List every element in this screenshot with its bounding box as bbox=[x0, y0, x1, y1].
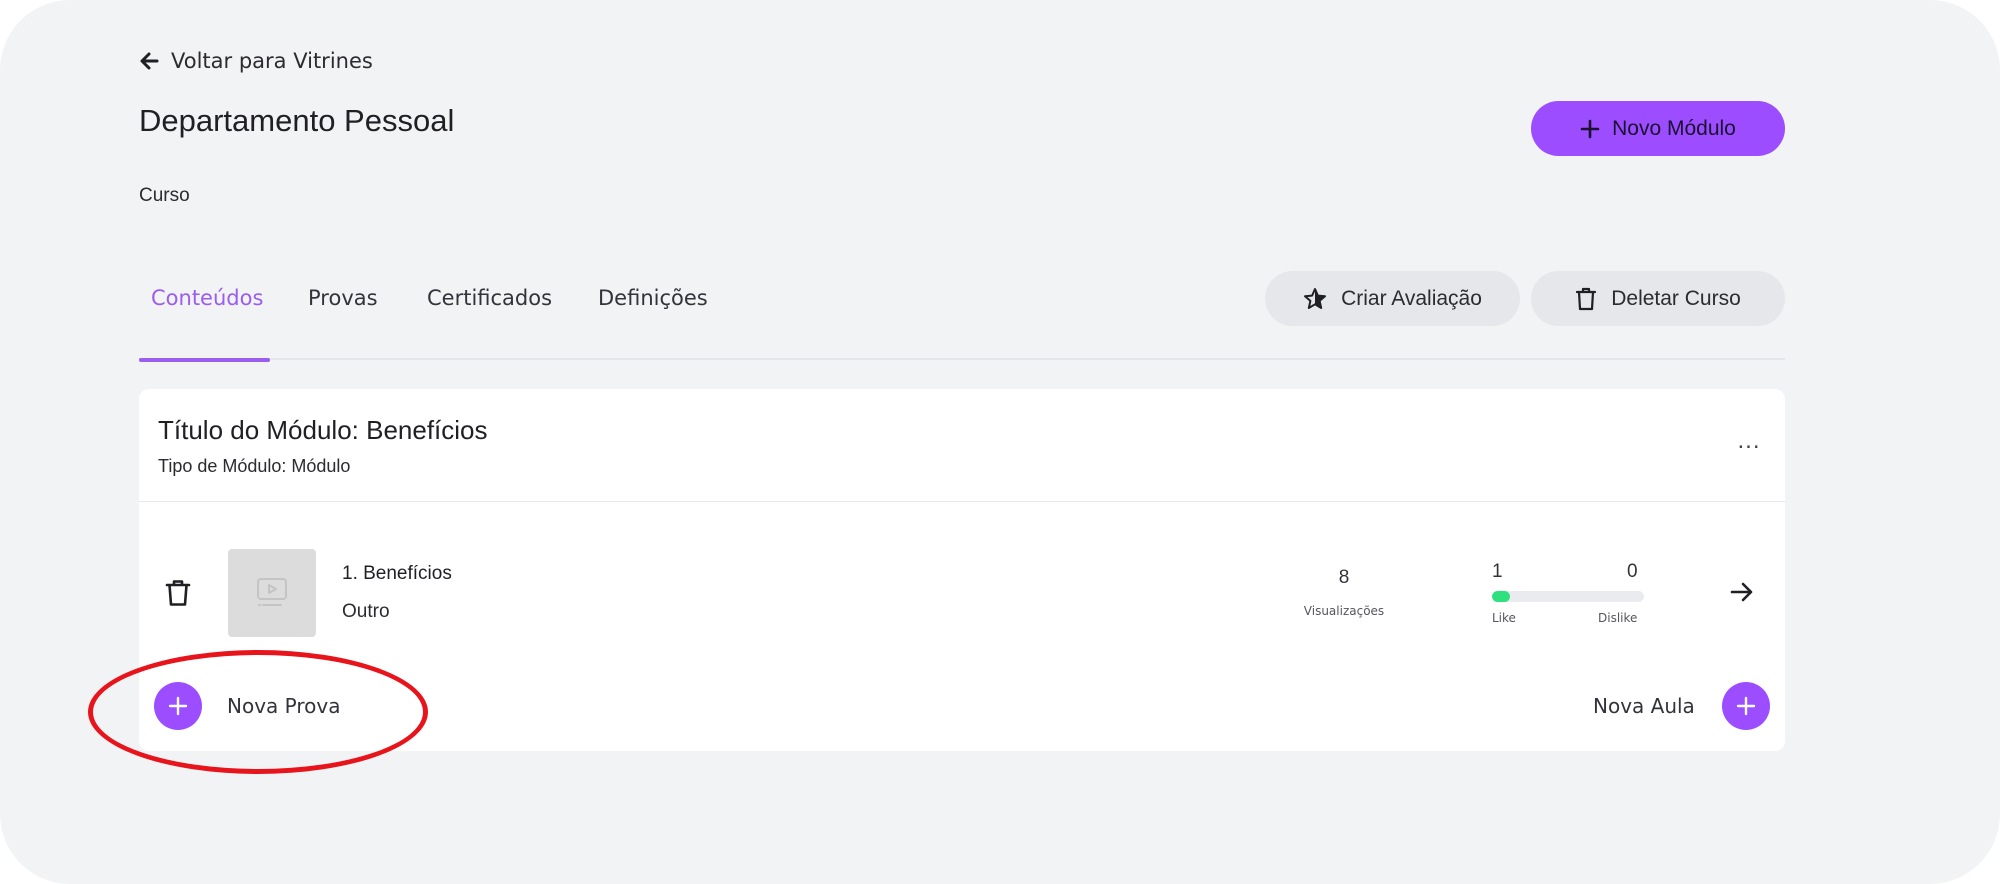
new-lesson-label[interactable]: Nova Aula bbox=[1593, 694, 1695, 718]
like-ratio-fill bbox=[1492, 591, 1511, 602]
create-evaluation-button[interactable]: Criar Avaliação bbox=[1265, 271, 1520, 326]
page-subtitle: Curso bbox=[139, 185, 190, 206]
new-lesson-button[interactable] bbox=[1722, 682, 1770, 730]
lesson-thumbnail bbox=[228, 549, 316, 637]
back-link-label: Voltar para Vitrines bbox=[171, 49, 373, 73]
views-count: 8 bbox=[1338, 567, 1350, 588]
star-icon bbox=[1304, 287, 1327, 309]
module-card: Título do Módulo: Benefícios Tipo de Mód… bbox=[139, 389, 1785, 751]
plus-icon bbox=[1736, 696, 1756, 716]
new-exam-button[interactable] bbox=[154, 682, 202, 730]
module-divider bbox=[139, 501, 1785, 502]
like-ratio-bar bbox=[1492, 591, 1644, 602]
dislike-count: 0 bbox=[1627, 561, 1638, 582]
tab-settings[interactable]: Definições bbox=[598, 286, 708, 310]
delete-course-label: Deletar Curso bbox=[1611, 286, 1741, 310]
module-title: Título do Módulo: Benefícios bbox=[158, 415, 488, 445]
tab-contents[interactable]: Conteúdos bbox=[151, 286, 263, 310]
views-label: Visualizações bbox=[1303, 604, 1385, 618]
module-type: Tipo de Módulo: Módulo bbox=[158, 456, 351, 476]
module-options-menu[interactable]: ... bbox=[1729, 427, 1769, 457]
active-tab-indicator bbox=[139, 358, 270, 362]
lesson-name: 1. Benefícios bbox=[342, 563, 452, 584]
trash-icon bbox=[1576, 287, 1597, 310]
tab-exams[interactable]: Provas bbox=[308, 286, 378, 310]
open-lesson-button[interactable] bbox=[1729, 579, 1755, 610]
new-module-button[interactable]: Novo Módulo bbox=[1531, 101, 1785, 156]
plus-icon bbox=[1580, 119, 1600, 138]
plus-icon bbox=[168, 696, 188, 716]
delete-lesson-button[interactable] bbox=[165, 579, 191, 612]
arrow-right-icon bbox=[1730, 582, 1753, 602]
video-lesson-icon bbox=[257, 578, 287, 606]
like-count: 1 bbox=[1492, 561, 1503, 582]
create-evaluation-label: Criar Avaliação bbox=[1341, 286, 1482, 310]
new-exam-label[interactable]: Nova Prova bbox=[227, 694, 340, 718]
dislike-label: Dislike bbox=[1598, 611, 1638, 625]
new-module-label: Novo Módulo bbox=[1612, 116, 1736, 140]
back-to-showcases-link[interactable]: Voltar para Vitrines bbox=[139, 48, 373, 74]
like-label: Like bbox=[1492, 611, 1516, 625]
tab-certificates[interactable]: Certificados bbox=[427, 286, 552, 310]
arrow-left-icon bbox=[140, 52, 159, 70]
delete-course-button[interactable]: Deletar Curso bbox=[1531, 271, 1785, 326]
trash-icon bbox=[165, 580, 191, 606]
lesson-kind: Outro bbox=[342, 601, 390, 622]
page-title: Departamento Pessoal bbox=[139, 103, 455, 138]
app-frame: Voltar para Vitrines Departamento Pessoa… bbox=[0, 0, 2000, 884]
